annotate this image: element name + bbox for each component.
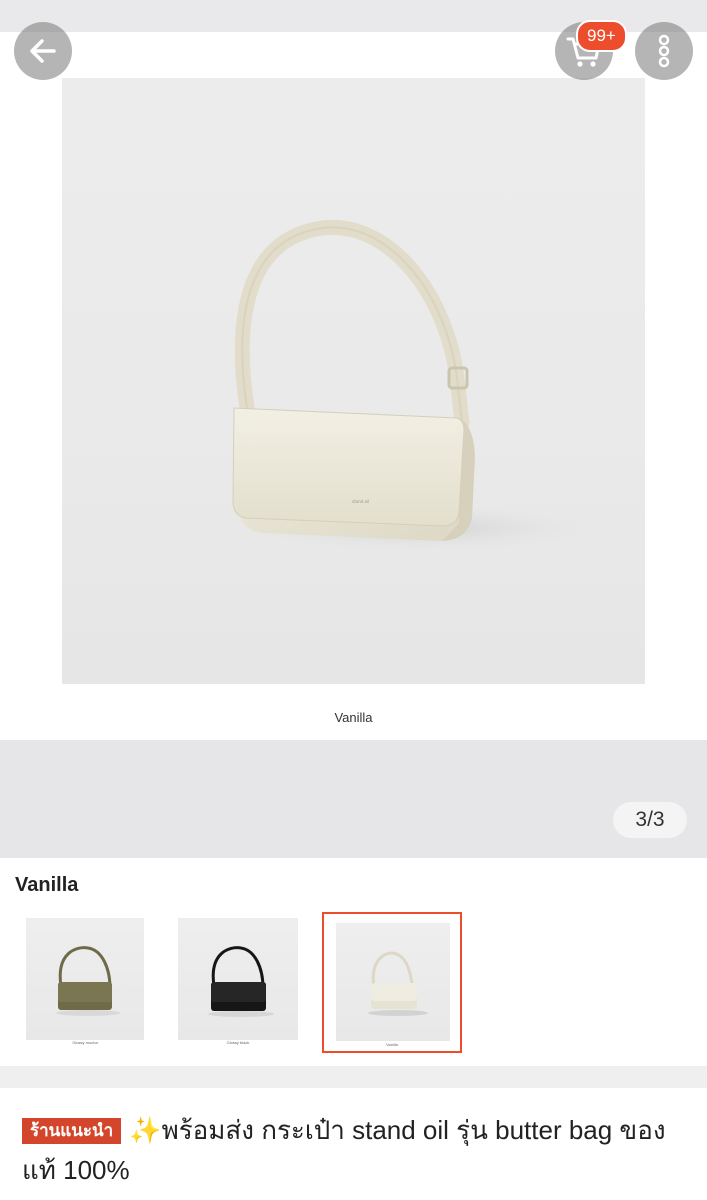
variant-thumb-black[interactable]: Glossy black [178,918,298,1046]
selected-variant-label: Vanilla [15,874,79,896]
variant-caption: Glossy mocha [72,1040,98,1045]
svg-text:stand oil: stand oil [352,499,369,504]
image-counter: 3/3 [613,802,687,838]
sparkle-icon: ✨ [129,1115,162,1145]
variant-image [336,923,450,1041]
more-options-button[interactable] [635,22,693,80]
handbag-image: stand oil [232,219,612,554]
variant-image [178,918,298,1040]
variant-caption: Glossy black [226,1040,250,1045]
product-title-block: ร้านแนะนำ ✨พร้อมส่ง กระเป๋า stand oil รุ่… [22,1110,692,1190]
photo-caption: Vanilla [334,710,373,725]
vertical-dots-icon [658,34,670,68]
variant-image [26,918,144,1040]
product-photo[interactable]: stand oil [62,78,645,684]
arrow-left-icon [30,39,56,63]
back-button[interactable] [14,22,72,80]
variant-thumb-vanilla[interactable]: Vanilla [322,912,462,1053]
cart-count-badge: 99+ [576,20,627,52]
section-divider [0,1066,707,1088]
gallery-footer [0,740,707,858]
variant-caption: Vanilla [386,1042,398,1047]
variant-thumb-mocha[interactable]: Glossy mocha [26,918,144,1046]
recommended-shop-tag: ร้านแนะนำ [22,1118,122,1144]
